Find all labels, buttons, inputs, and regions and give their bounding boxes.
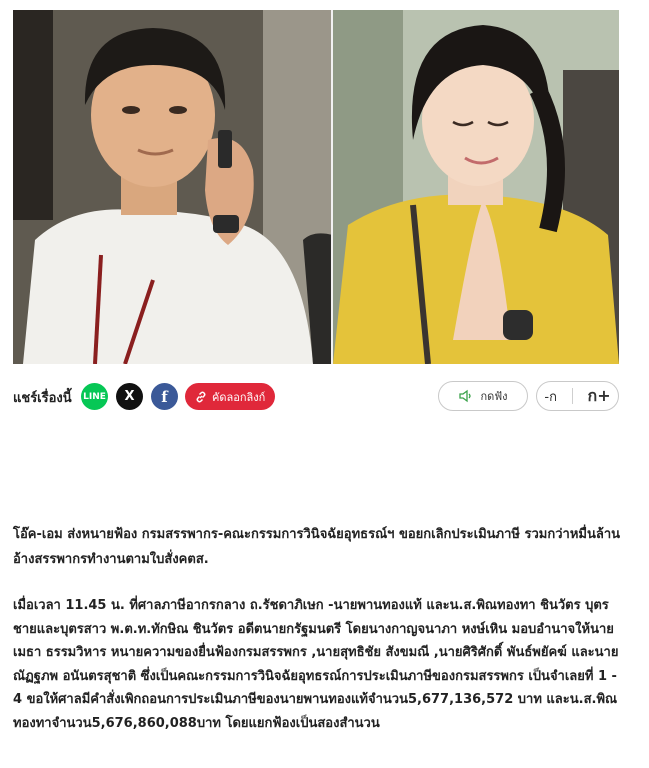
copy-link-label: คัดลอกลิงก์ — [212, 390, 266, 404]
copy-link-button[interactable]: คัดลอกลิงก์ — [185, 383, 276, 410]
woman-figure-illustration — [333, 10, 619, 364]
facebook-icon: f — [161, 387, 168, 406]
x-icon: X — [124, 389, 135, 404]
photo-woman-wai — [333, 10, 619, 364]
facebook-share-button[interactable]: f — [151, 383, 178, 410]
listen-button[interactable]: กดฟัง — [438, 381, 528, 411]
article-lead: โอ๊ค-เอม ส่งหนายฟ้อง กรมสรรพากร-คณะกรรมก… — [13, 527, 621, 567]
share-label: แชร์เรื่องนี้ — [13, 391, 72, 406]
font-size-control: -ก ก+ — [536, 381, 619, 411]
x-share-button[interactable]: X — [116, 383, 143, 410]
font-increase-button[interactable]: ก+ — [588, 384, 611, 409]
article-hero-photo — [13, 10, 619, 364]
share-bar: แชร์เรื่องนี้ LINE X f คัดลอกลิงก์ กดฟัง… — [13, 379, 619, 413]
article-body-paragraph: เมื่อเวลา 11.45 น. ที่ศาลภาษีอากรกลาง ถ.… — [13, 598, 619, 731]
font-control-divider — [571, 388, 573, 404]
speaker-icon — [458, 389, 471, 403]
link-icon — [196, 391, 206, 402]
photo-man-on-phone — [13, 10, 333, 364]
line-icon: LINE — [83, 391, 106, 402]
man-figure-illustration — [13, 10, 333, 364]
line-share-button[interactable]: LINE — [81, 383, 108, 410]
font-decrease-button[interactable]: -ก — [544, 386, 557, 407]
listen-label: กดฟัง — [480, 390, 508, 403]
